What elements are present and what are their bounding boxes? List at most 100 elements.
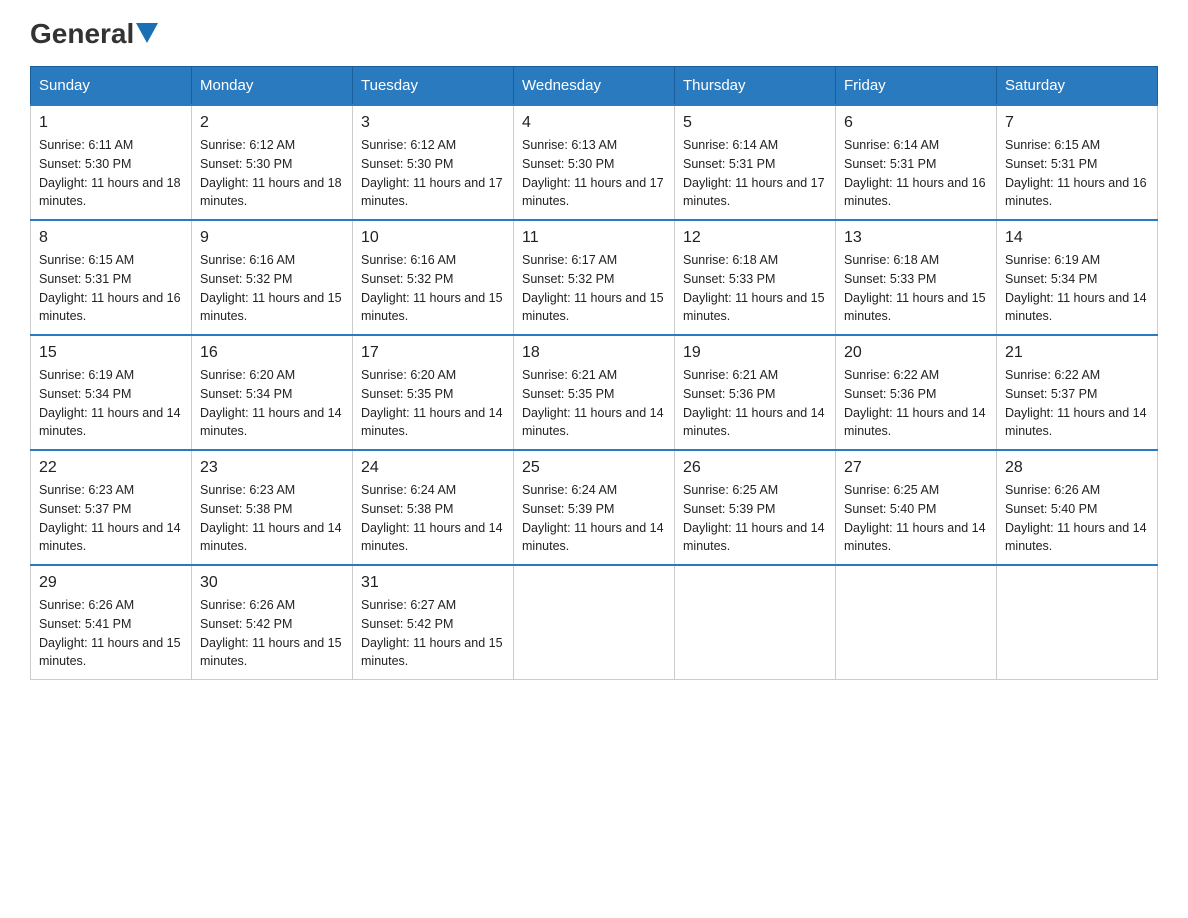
weekday-header-wednesday: Wednesday [514, 67, 675, 106]
calendar-cell [675, 565, 836, 680]
day-number: 9 [200, 229, 344, 247]
logo: General [30, 20, 158, 46]
calendar-cell: 19 Sunrise: 6:21 AM Sunset: 5:36 PM Dayl… [675, 335, 836, 450]
day-number: 10 [361, 229, 505, 247]
day-info: Sunrise: 6:26 AM Sunset: 5:42 PM Dayligh… [200, 596, 344, 671]
day-number: 1 [39, 114, 183, 132]
calendar-cell: 20 Sunrise: 6:22 AM Sunset: 5:36 PM Dayl… [836, 335, 997, 450]
calendar-cell: 10 Sunrise: 6:16 AM Sunset: 5:32 PM Dayl… [353, 220, 514, 335]
calendar-cell: 18 Sunrise: 6:21 AM Sunset: 5:35 PM Dayl… [514, 335, 675, 450]
calendar-cell: 23 Sunrise: 6:23 AM Sunset: 5:38 PM Dayl… [192, 450, 353, 565]
weekday-header-monday: Monday [192, 67, 353, 106]
calendar-cell: 1 Sunrise: 6:11 AM Sunset: 5:30 PM Dayli… [31, 105, 192, 220]
weekday-header-row: SundayMondayTuesdayWednesdayThursdayFrid… [31, 67, 1158, 106]
day-number: 6 [844, 114, 988, 132]
weekday-header-tuesday: Tuesday [353, 67, 514, 106]
day-number: 12 [683, 229, 827, 247]
calendar-cell [997, 565, 1158, 680]
calendar-cell: 13 Sunrise: 6:18 AM Sunset: 5:33 PM Dayl… [836, 220, 997, 335]
day-number: 31 [361, 574, 505, 592]
day-number: 13 [844, 229, 988, 247]
calendar-cell: 11 Sunrise: 6:17 AM Sunset: 5:32 PM Dayl… [514, 220, 675, 335]
calendar-cell: 21 Sunrise: 6:22 AM Sunset: 5:37 PM Dayl… [997, 335, 1158, 450]
day-info: Sunrise: 6:22 AM Sunset: 5:36 PM Dayligh… [844, 366, 988, 441]
day-number: 27 [844, 459, 988, 477]
calendar-cell: 29 Sunrise: 6:26 AM Sunset: 5:41 PM Dayl… [31, 565, 192, 680]
calendar-cell: 22 Sunrise: 6:23 AM Sunset: 5:37 PM Dayl… [31, 450, 192, 565]
day-info: Sunrise: 6:15 AM Sunset: 5:31 PM Dayligh… [39, 251, 183, 326]
day-info: Sunrise: 6:24 AM Sunset: 5:38 PM Dayligh… [361, 481, 505, 556]
calendar-cell: 2 Sunrise: 6:12 AM Sunset: 5:30 PM Dayli… [192, 105, 353, 220]
calendar-cell: 9 Sunrise: 6:16 AM Sunset: 5:32 PM Dayli… [192, 220, 353, 335]
day-info: Sunrise: 6:16 AM Sunset: 5:32 PM Dayligh… [200, 251, 344, 326]
calendar-week-row: 22 Sunrise: 6:23 AM Sunset: 5:37 PM Dayl… [31, 450, 1158, 565]
day-info: Sunrise: 6:22 AM Sunset: 5:37 PM Dayligh… [1005, 366, 1149, 441]
day-info: Sunrise: 6:24 AM Sunset: 5:39 PM Dayligh… [522, 481, 666, 556]
weekday-header-friday: Friday [836, 67, 997, 106]
day-info: Sunrise: 6:11 AM Sunset: 5:30 PM Dayligh… [39, 136, 183, 211]
day-number: 3 [361, 114, 505, 132]
day-number: 18 [522, 344, 666, 362]
day-info: Sunrise: 6:25 AM Sunset: 5:39 PM Dayligh… [683, 481, 827, 556]
calendar-cell: 14 Sunrise: 6:19 AM Sunset: 5:34 PM Dayl… [997, 220, 1158, 335]
day-info: Sunrise: 6:21 AM Sunset: 5:35 PM Dayligh… [522, 366, 666, 441]
calendar-week-row: 1 Sunrise: 6:11 AM Sunset: 5:30 PM Dayli… [31, 105, 1158, 220]
calendar-cell [836, 565, 997, 680]
day-info: Sunrise: 6:16 AM Sunset: 5:32 PM Dayligh… [361, 251, 505, 326]
day-info: Sunrise: 6:12 AM Sunset: 5:30 PM Dayligh… [200, 136, 344, 211]
day-info: Sunrise: 6:17 AM Sunset: 5:32 PM Dayligh… [522, 251, 666, 326]
logo-triangle-icon [136, 23, 158, 43]
day-info: Sunrise: 6:26 AM Sunset: 5:40 PM Dayligh… [1005, 481, 1149, 556]
page-header: General [30, 20, 1158, 46]
day-number: 5 [683, 114, 827, 132]
calendar-cell: 3 Sunrise: 6:12 AM Sunset: 5:30 PM Dayli… [353, 105, 514, 220]
day-info: Sunrise: 6:26 AM Sunset: 5:41 PM Dayligh… [39, 596, 183, 671]
weekday-header-sunday: Sunday [31, 67, 192, 106]
day-info: Sunrise: 6:14 AM Sunset: 5:31 PM Dayligh… [844, 136, 988, 211]
calendar-cell: 15 Sunrise: 6:19 AM Sunset: 5:34 PM Dayl… [31, 335, 192, 450]
day-info: Sunrise: 6:14 AM Sunset: 5:31 PM Dayligh… [683, 136, 827, 211]
calendar-cell: 5 Sunrise: 6:14 AM Sunset: 5:31 PM Dayli… [675, 105, 836, 220]
calendar-cell: 7 Sunrise: 6:15 AM Sunset: 5:31 PM Dayli… [997, 105, 1158, 220]
day-number: 23 [200, 459, 344, 477]
calendar-cell: 17 Sunrise: 6:20 AM Sunset: 5:35 PM Dayl… [353, 335, 514, 450]
day-info: Sunrise: 6:19 AM Sunset: 5:34 PM Dayligh… [39, 366, 183, 441]
calendar-cell: 12 Sunrise: 6:18 AM Sunset: 5:33 PM Dayl… [675, 220, 836, 335]
calendar-cell: 8 Sunrise: 6:15 AM Sunset: 5:31 PM Dayli… [31, 220, 192, 335]
day-info: Sunrise: 6:15 AM Sunset: 5:31 PM Dayligh… [1005, 136, 1149, 211]
day-info: Sunrise: 6:21 AM Sunset: 5:36 PM Dayligh… [683, 366, 827, 441]
day-number: 21 [1005, 344, 1149, 362]
day-number: 7 [1005, 114, 1149, 132]
day-number: 2 [200, 114, 344, 132]
day-number: 17 [361, 344, 505, 362]
calendar-cell: 28 Sunrise: 6:26 AM Sunset: 5:40 PM Dayl… [997, 450, 1158, 565]
logo-general: General [30, 20, 134, 48]
day-info: Sunrise: 6:13 AM Sunset: 5:30 PM Dayligh… [522, 136, 666, 211]
day-number: 26 [683, 459, 827, 477]
day-info: Sunrise: 6:27 AM Sunset: 5:42 PM Dayligh… [361, 596, 505, 671]
calendar-cell: 4 Sunrise: 6:13 AM Sunset: 5:30 PM Dayli… [514, 105, 675, 220]
calendar-week-row: 8 Sunrise: 6:15 AM Sunset: 5:31 PM Dayli… [31, 220, 1158, 335]
calendar-cell: 26 Sunrise: 6:25 AM Sunset: 5:39 PM Dayl… [675, 450, 836, 565]
day-number: 24 [361, 459, 505, 477]
calendar-cell: 31 Sunrise: 6:27 AM Sunset: 5:42 PM Dayl… [353, 565, 514, 680]
day-info: Sunrise: 6:23 AM Sunset: 5:38 PM Dayligh… [200, 481, 344, 556]
day-info: Sunrise: 6:20 AM Sunset: 5:35 PM Dayligh… [361, 366, 505, 441]
calendar-cell [514, 565, 675, 680]
calendar-cell: 6 Sunrise: 6:14 AM Sunset: 5:31 PM Dayli… [836, 105, 997, 220]
calendar-week-row: 29 Sunrise: 6:26 AM Sunset: 5:41 PM Dayl… [31, 565, 1158, 680]
calendar-cell: 25 Sunrise: 6:24 AM Sunset: 5:39 PM Dayl… [514, 450, 675, 565]
calendar-cell: 27 Sunrise: 6:25 AM Sunset: 5:40 PM Dayl… [836, 450, 997, 565]
calendar-cell: 24 Sunrise: 6:24 AM Sunset: 5:38 PM Dayl… [353, 450, 514, 565]
day-number: 28 [1005, 459, 1149, 477]
day-info: Sunrise: 6:23 AM Sunset: 5:37 PM Dayligh… [39, 481, 183, 556]
day-number: 8 [39, 229, 183, 247]
day-number: 16 [200, 344, 344, 362]
day-number: 19 [683, 344, 827, 362]
calendar-table: SundayMondayTuesdayWednesdayThursdayFrid… [30, 66, 1158, 680]
day-number: 30 [200, 574, 344, 592]
calendar-cell: 30 Sunrise: 6:26 AM Sunset: 5:42 PM Dayl… [192, 565, 353, 680]
day-number: 11 [522, 229, 666, 247]
day-info: Sunrise: 6:12 AM Sunset: 5:30 PM Dayligh… [361, 136, 505, 211]
day-info: Sunrise: 6:20 AM Sunset: 5:34 PM Dayligh… [200, 366, 344, 441]
